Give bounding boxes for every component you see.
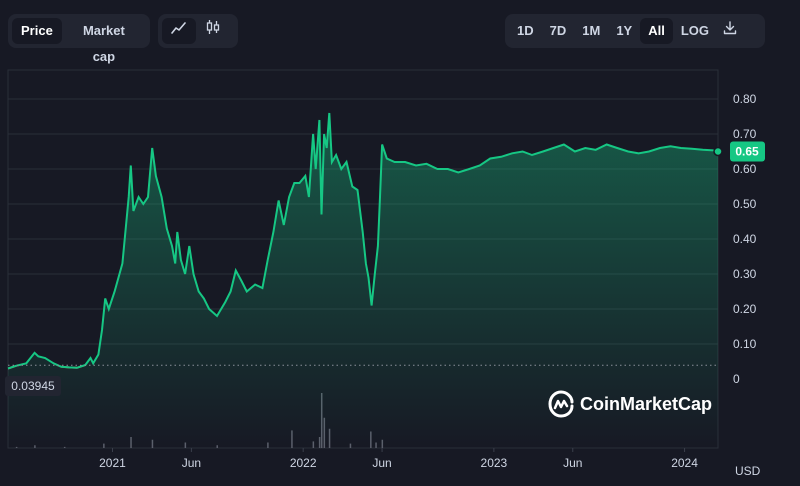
x-tick-label: Jun	[182, 456, 201, 470]
y-tick-label: 0.20	[733, 302, 757, 316]
current-price-text: 0.65	[735, 145, 759, 159]
y-tick-label: 0.60	[733, 162, 757, 176]
x-tick-label: Jun	[563, 456, 582, 470]
y-tick-label: 0.70	[733, 127, 757, 141]
y-tick-label: 0.10	[733, 337, 757, 351]
x-tick-label: 2021	[99, 456, 126, 470]
current-price-label: 0.65	[730, 141, 765, 162]
price-chart: 0 0.10 0.20 0.30 0.40 0.50 0.60 0.70 0.80 2021 Ju…	[5, 69, 765, 478]
y-tick-label: 0	[733, 372, 740, 386]
start-price-label: 0.03945	[5, 376, 61, 396]
x-tick-label: Jun	[372, 456, 391, 470]
current-price-dot	[713, 146, 723, 157]
y-axis-ticks: 0 0.10 0.20 0.30 0.40 0.50 0.60 0.70 0.80	[733, 92, 757, 386]
y-tick-label: 0.40	[733, 232, 757, 246]
watermark-text: CoinMarketCap	[580, 394, 712, 414]
start-price-text: 0.03945	[11, 379, 55, 393]
y-tick-label: 0.30	[733, 267, 757, 281]
y-tick-label: 0.50	[733, 197, 757, 211]
x-tick-label: 2023	[481, 456, 508, 470]
x-axis-ticks: 2021 Jun 2022 Jun 2023 Jun 2024	[99, 448, 698, 470]
currency-label: USD	[735, 464, 761, 478]
x-tick-label: 2024	[671, 456, 698, 470]
x-tick-label: 2022	[290, 456, 317, 470]
y-tick-label: 0.80	[733, 92, 757, 106]
